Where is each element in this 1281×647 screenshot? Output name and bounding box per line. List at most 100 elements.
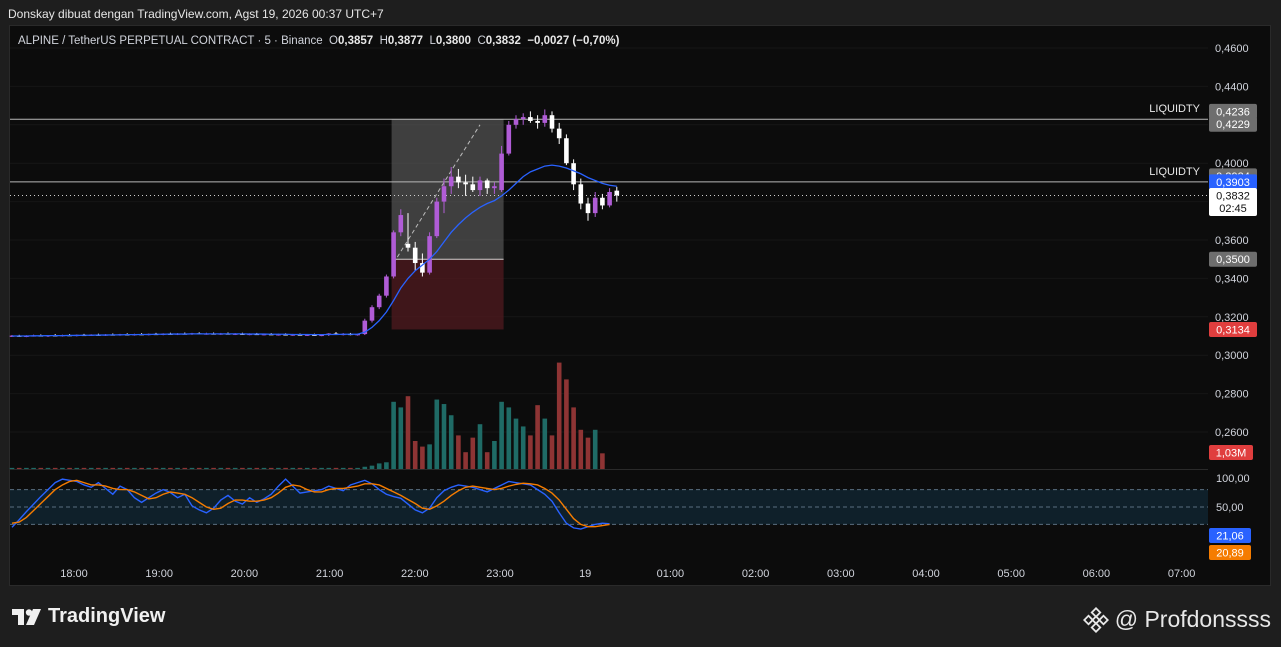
volume-bar (520, 426, 526, 469)
price-tag: 0,3134 (1209, 321, 1257, 337)
volume-bar (31, 467, 36, 469)
volume-bar (333, 467, 339, 469)
price-tick-label: 0,2600 (1215, 427, 1249, 439)
volume-bar (398, 407, 404, 469)
volume-bar (254, 467, 260, 469)
volume-bar (204, 467, 209, 469)
price-tag: 0,3903 (1209, 174, 1257, 190)
price-chart[interactable]: LIQUIDTYLIQUIDTY 0,46000,44000,42000,400… (0, 0, 1281, 647)
time-tick-label: 21:00 (316, 568, 344, 580)
candle (549, 111, 555, 133)
price-axis: 0,46000,44000,42000,40000,38000,36000,34… (1209, 43, 1257, 560)
volume-bar (405, 396, 411, 469)
candles (9, 109, 620, 338)
volume-bar (81, 467, 87, 469)
brand-label: TradingView (48, 605, 166, 627)
candle (607, 188, 612, 208)
volume-bar (592, 429, 598, 469)
candle-body (477, 180, 483, 191)
volume-bar (448, 415, 454, 469)
volume-bar (160, 467, 166, 469)
volume-bar (16, 467, 22, 469)
volume-bar (240, 467, 245, 469)
candle-body (499, 153, 504, 191)
stoch-d-tag: 20,89 (1209, 545, 1251, 560)
stop-zone (391, 259, 504, 330)
candle (614, 186, 620, 202)
volume-bar (312, 467, 317, 469)
candle (535, 115, 540, 129)
candle (506, 120, 512, 156)
volume-bar (110, 467, 116, 469)
volume-bar (412, 441, 418, 469)
candle (520, 113, 526, 125)
volume-bar (153, 467, 159, 469)
candle-body (391, 232, 396, 277)
volume-bar (564, 379, 569, 469)
candle (369, 305, 375, 323)
volume-bar (175, 467, 180, 469)
volume-bar (441, 404, 447, 469)
candle-body (607, 192, 612, 206)
volume-bar (463, 452, 468, 469)
low-value: 0,3800 (435, 35, 472, 47)
volume-bar (225, 467, 231, 469)
volume-bar (484, 452, 490, 469)
price-tag: 0,383202:45 (1209, 187, 1257, 216)
volume-bar (283, 467, 288, 469)
candle-body (492, 186, 497, 189)
candle-body (470, 184, 476, 191)
volume-bar (427, 444, 432, 469)
candle-body (585, 203, 591, 214)
volume-bar (304, 467, 310, 469)
volume-bar (571, 407, 576, 469)
volume-bar (189, 467, 195, 469)
liquidity-label-0: LIQUIDTY (1149, 103, 1200, 115)
volume-bar (117, 467, 123, 469)
time-tick-label: 19:00 (145, 568, 173, 580)
candle (592, 192, 598, 217)
volume-bar (261, 467, 267, 469)
time-tick-label: 06:00 (1083, 568, 1111, 580)
price-tick-label: 0,4600 (1215, 43, 1249, 55)
volume-bar (232, 467, 238, 469)
volume-bar (218, 467, 224, 469)
volume-bar (247, 467, 252, 469)
volume-bar (9, 467, 15, 469)
candle-body (578, 184, 584, 204)
volume-bar (38, 467, 44, 469)
volume-bar (556, 362, 562, 469)
volume-bar (528, 435, 533, 469)
candle (571, 159, 576, 191)
tradingview-logo[interactable]: TradingView (12, 605, 165, 628)
candle (542, 109, 548, 127)
volume-bar (60, 467, 65, 469)
price-tick-label: 0,3000 (1215, 350, 1249, 362)
high-key: H (379, 35, 388, 47)
candle-body (528, 117, 533, 121)
candle-body (600, 197, 605, 206)
candle-body (513, 119, 519, 125)
volume-bar (506, 407, 512, 469)
change-value: −0,0027 (−0,70%) (527, 35, 620, 47)
volume-bar (168, 467, 173, 469)
open-value: 0,3857 (337, 35, 374, 47)
candle-body (441, 186, 447, 202)
stoch-tag-label: 20,89 (1216, 548, 1244, 560)
volume-bars (9, 362, 605, 469)
watermark: @ Profdonssss (1082, 606, 1271, 633)
volume-bar (24, 467, 29, 469)
time-tick-label: 04:00 (912, 568, 940, 580)
price-tag-label: 0,3500 (1216, 254, 1250, 266)
volume-bar (549, 435, 555, 469)
volume-bar (319, 467, 324, 469)
volume-bar (268, 467, 274, 469)
candle-body (484, 180, 490, 189)
price-tag: 0,4229 (1209, 116, 1257, 132)
time-tick-label: 07:00 (1168, 568, 1196, 580)
candle (528, 111, 533, 123)
candle (384, 274, 389, 298)
volume-bar (578, 429, 584, 469)
price-tag: 0,4236 (1209, 103, 1257, 119)
symbol-label[interactable]: ALPINE / TetherUS PERPETUAL CONTRACT · 5… (18, 35, 323, 47)
